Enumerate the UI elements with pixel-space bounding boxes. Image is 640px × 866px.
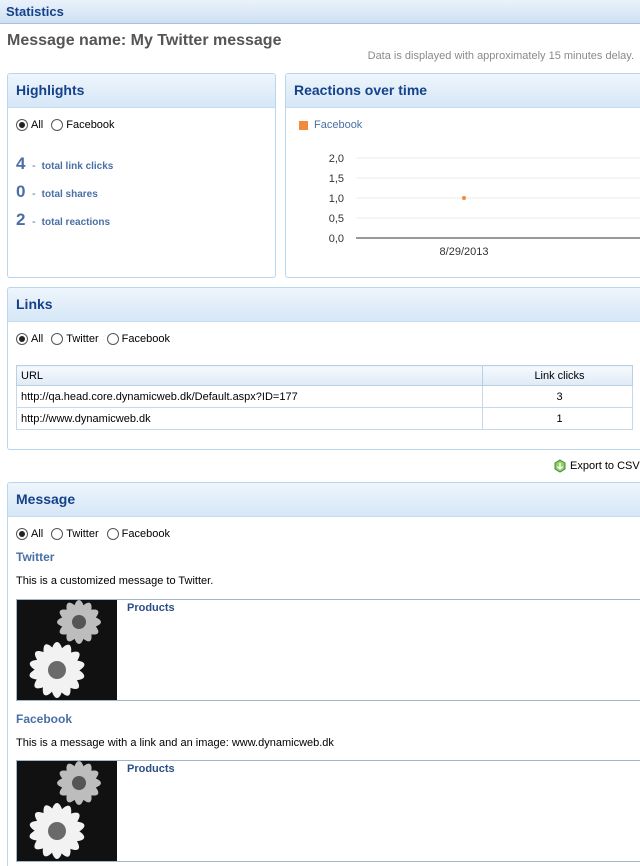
reactions-title: Reactions over time bbox=[294, 82, 428, 98]
links-table: URL Link clicks http://qa.head.core.dyna… bbox=[16, 365, 633, 430]
chart-legend: Facebook bbox=[299, 119, 362, 131]
highlight-value: 4 bbox=[16, 154, 26, 173]
highlight-label: total link clicks bbox=[41, 161, 114, 172]
links-filter: All Twitter Facebook bbox=[16, 333, 178, 345]
highlight-value: 0 bbox=[16, 182, 26, 201]
y-tick-label: 0,5 bbox=[329, 213, 344, 225]
highlights-title: Highlights bbox=[16, 82, 85, 98]
radio-twitter-icon[interactable] bbox=[51, 333, 64, 345]
column-header-link-clicks[interactable]: Link clicks bbox=[482, 365, 633, 386]
export-csv-label: Export to CSV bbox=[570, 460, 640, 472]
message-title: Message bbox=[16, 491, 76, 507]
radio-twitter-icon[interactable] bbox=[51, 528, 64, 540]
links-header: Links bbox=[8, 288, 640, 322]
links-title: Links bbox=[16, 296, 53, 312]
radio-all-icon[interactable] bbox=[16, 528, 28, 540]
y-tick-label: 1,5 bbox=[329, 173, 344, 185]
flower-image bbox=[17, 600, 117, 700]
radio-all-icon[interactable] bbox=[16, 119, 28, 131]
radio-facebook-icon[interactable] bbox=[106, 333, 119, 345]
facebook-card-title[interactable]: Products bbox=[127, 763, 175, 775]
links-filter-all[interactable]: All bbox=[16, 333, 43, 345]
data-point bbox=[462, 196, 466, 200]
facebook-heading: Facebook bbox=[16, 712, 73, 726]
reactions-header: Reactions over time bbox=[286, 74, 640, 108]
table-row: http://qa.head.core.dynamicweb.dk/Defaul… bbox=[16, 385, 633, 408]
y-tick-label: 0,0 bbox=[329, 233, 344, 245]
highlight-reactions: 2 - total reactions bbox=[16, 210, 111, 229]
message-filter-twitter[interactable]: Twitter bbox=[51, 528, 99, 540]
export-csv-icon bbox=[554, 459, 566, 473]
cell-link-clicks: 3 bbox=[482, 385, 633, 408]
y-tick-label: 2,0 bbox=[329, 153, 344, 165]
message-filter: All Twitter Facebook bbox=[16, 528, 178, 540]
cell-link-clicks: 1 bbox=[482, 407, 633, 430]
radio-facebook-icon[interactable] bbox=[51, 119, 64, 131]
highlights-header: Highlights bbox=[8, 74, 275, 108]
message-filter-all[interactable]: All bbox=[16, 528, 43, 540]
highlight-label: total shares bbox=[41, 189, 98, 200]
table-row: http://www.dynamicweb.dk 1 bbox=[16, 407, 633, 430]
highlights-panel: Highlights All Facebook 4 - total link c… bbox=[7, 73, 276, 278]
highlight-shares: 0 - total shares bbox=[16, 182, 98, 201]
statistics-title-bar: Statistics bbox=[0, 0, 640, 24]
reactions-panel: Reactions over time Facebook 0,0 0,5 1,0 1,… bbox=[285, 73, 640, 278]
reactions-chart: 0,0 0,5 1,0 1,5 2,0 8/29/2013 bbox=[329, 153, 640, 258]
message-filter-facebook[interactable]: Facebook bbox=[106, 528, 170, 540]
highlight-link-clicks: 4 - total link clicks bbox=[16, 154, 114, 173]
legend-label: Facebook bbox=[314, 119, 363, 131]
links-panel: Links All Twitter Facebook URL Link clic… bbox=[7, 287, 640, 450]
message-header: Message bbox=[8, 483, 640, 517]
highlight-value: 2 bbox=[16, 210, 26, 229]
x-tick-label: 8/29/2013 bbox=[440, 246, 489, 258]
cell-url: http://www.dynamicweb.dk bbox=[16, 407, 483, 430]
facebook-link-card[interactable]: Products bbox=[16, 760, 640, 862]
flower-image bbox=[17, 761, 117, 861]
radio-all-icon[interactable] bbox=[16, 333, 28, 345]
delay-note: Data is displayed with approximately 15 … bbox=[367, 50, 634, 62]
links-filter-facebook[interactable]: Facebook bbox=[106, 333, 170, 345]
twitter-card-title[interactable]: Products bbox=[127, 602, 175, 614]
twitter-message-text: This is a customized message to Twitter. bbox=[16, 575, 214, 587]
cell-url: http://qa.head.core.dynamicweb.dk/Defaul… bbox=[16, 385, 483, 408]
highlights-filter-facebook[interactable]: Facebook bbox=[51, 119, 115, 131]
export-csv-button[interactable]: Export to CSV bbox=[553, 459, 640, 473]
legend-swatch bbox=[299, 120, 308, 130]
highlights-filter-all[interactable]: All bbox=[16, 119, 43, 131]
highlights-filter: All Facebook bbox=[16, 119, 123, 131]
links-table-header: URL Link clicks bbox=[16, 365, 633, 386]
message-panel: Message All Twitter Facebook Twitter Thi… bbox=[7, 482, 640, 866]
message-name: Message name: My Twitter message bbox=[7, 32, 282, 49]
highlight-label: total reactions bbox=[41, 217, 111, 228]
facebook-message-text: This is a message with a link and an ima… bbox=[16, 737, 334, 749]
y-tick-label: 1,0 bbox=[329, 193, 344, 205]
radio-facebook-icon[interactable] bbox=[106, 528, 119, 540]
links-filter-twitter[interactable]: Twitter bbox=[51, 333, 99, 345]
twitter-link-card[interactable]: Products bbox=[16, 599, 640, 701]
column-header-url[interactable]: URL bbox=[16, 365, 483, 386]
twitter-heading: Twitter bbox=[16, 550, 55, 564]
statistics-title: Statistics bbox=[6, 4, 64, 19]
